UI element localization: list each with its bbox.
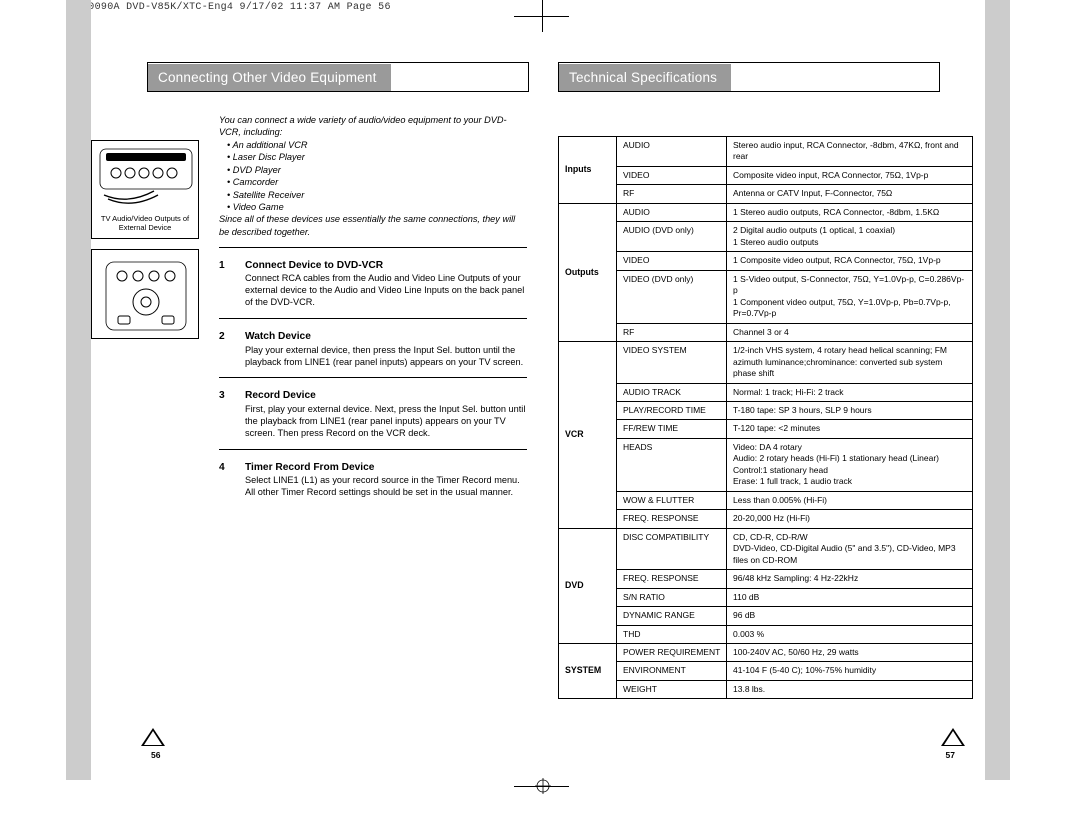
diagram-remote xyxy=(91,249,199,339)
step-4: 4Timer Record From DeviceSelect LINE1 (L… xyxy=(219,461,527,499)
page-right: Technical Specifications InputsAUDIOSter… xyxy=(538,44,985,782)
table-row: RFAntenna or CATV Input, F-Connector, 75… xyxy=(559,185,973,203)
title-box-right: Technical Specifications xyxy=(558,62,940,92)
table-row: VIDEO (DVD only)1 S-Video output, S-Conn… xyxy=(559,270,973,323)
table-row: VCRVIDEO SYSTEM1/2-inch VHS system, 4 ro… xyxy=(559,342,973,383)
table-row: FF/REW TIMET-120 tape: <2 minutes xyxy=(559,420,973,438)
table-row: FREQ. RESPONSE20-20,000 Hz (Hi-Fi) xyxy=(559,510,973,528)
grey-bleed-left xyxy=(66,0,91,780)
registration-mark-bottom xyxy=(532,788,552,814)
step-1: 1Connect Device to DVD-VCRConnect RCA ca… xyxy=(219,259,527,319)
crop-mark-text: 00090A DVD-V85K/XTC-Eng4 9/17/02 11:37 A… xyxy=(82,2,391,13)
table-row: ENVIRONMENT41-104 F (5-40 C); 10%-75% hu… xyxy=(559,662,973,680)
grey-bleed-right xyxy=(985,0,1010,780)
page-number: 57 xyxy=(946,750,955,760)
specifications-table: InputsAUDIOStereo audio input, RCA Conne… xyxy=(558,136,973,699)
page-left: Connecting Other Video Equipment TV Audi… xyxy=(91,44,538,782)
table-row: InputsAUDIOStereo audio input, RCA Conne… xyxy=(559,137,973,167)
table-row: RFChannel 3 or 4 xyxy=(559,323,973,341)
table-row: DYNAMIC RANGE96 dB xyxy=(559,607,973,625)
table-row: THD0.003 % xyxy=(559,625,973,643)
table-row: VIDEO1 Composite video output, RCA Conne… xyxy=(559,252,973,270)
table-row: OutputsAUDIO1 Stereo audio outputs, RCA … xyxy=(559,203,973,221)
table-row: PLAY/RECORD TIMET-180 tape: SP 3 hours, … xyxy=(559,401,973,419)
table-row: DVDDISC COMPATIBILITYCD, CD-R, CD-R/W DV… xyxy=(559,528,973,569)
table-row: WEIGHT13.8 lbs. xyxy=(559,680,973,698)
triangle-ornament xyxy=(941,728,965,746)
diagram-rear-panel: TV Audio/Video Outputs of External Devic… xyxy=(91,140,199,239)
title-box-left: Connecting Other Video Equipment xyxy=(147,62,529,92)
page-number: 56 xyxy=(151,750,160,760)
intro-text: You can connect a wide variety of audio/… xyxy=(219,114,527,238)
table-row: S/N RATIO110 dB xyxy=(559,588,973,606)
triangle-ornament xyxy=(141,728,165,746)
diagram-caption: TV Audio/Video Outputs of External Devic… xyxy=(98,214,192,232)
registration-mark-top xyxy=(532,8,552,28)
page-title: Connecting Other Video Equipment xyxy=(148,64,391,91)
step-3: 3Record DeviceFirst, play your external … xyxy=(219,389,527,449)
page-title: Technical Specifications xyxy=(559,64,731,91)
table-row: HEADSVideo: DA 4 rotary Audio: 2 rotary … xyxy=(559,438,973,491)
table-row: VIDEOComposite video input, RCA Connecto… xyxy=(559,166,973,184)
table-row: WOW & FLUTTERLess than 0.005% (Hi-Fi) xyxy=(559,491,973,509)
table-row: AUDIO (DVD only)2 Digital audio outputs … xyxy=(559,222,973,252)
table-row: FREQ. RESPONSE96/48 kHz Sampling: 4 Hz-2… xyxy=(559,570,973,588)
table-row: AUDIO TRACKNormal: 1 track; Hi-Fi: 2 tra… xyxy=(559,383,973,401)
table-row: SYSTEMPOWER REQUIREMENT100-240V AC, 50/6… xyxy=(559,644,973,662)
step-2: 2Watch DevicePlay your external device, … xyxy=(219,330,527,378)
